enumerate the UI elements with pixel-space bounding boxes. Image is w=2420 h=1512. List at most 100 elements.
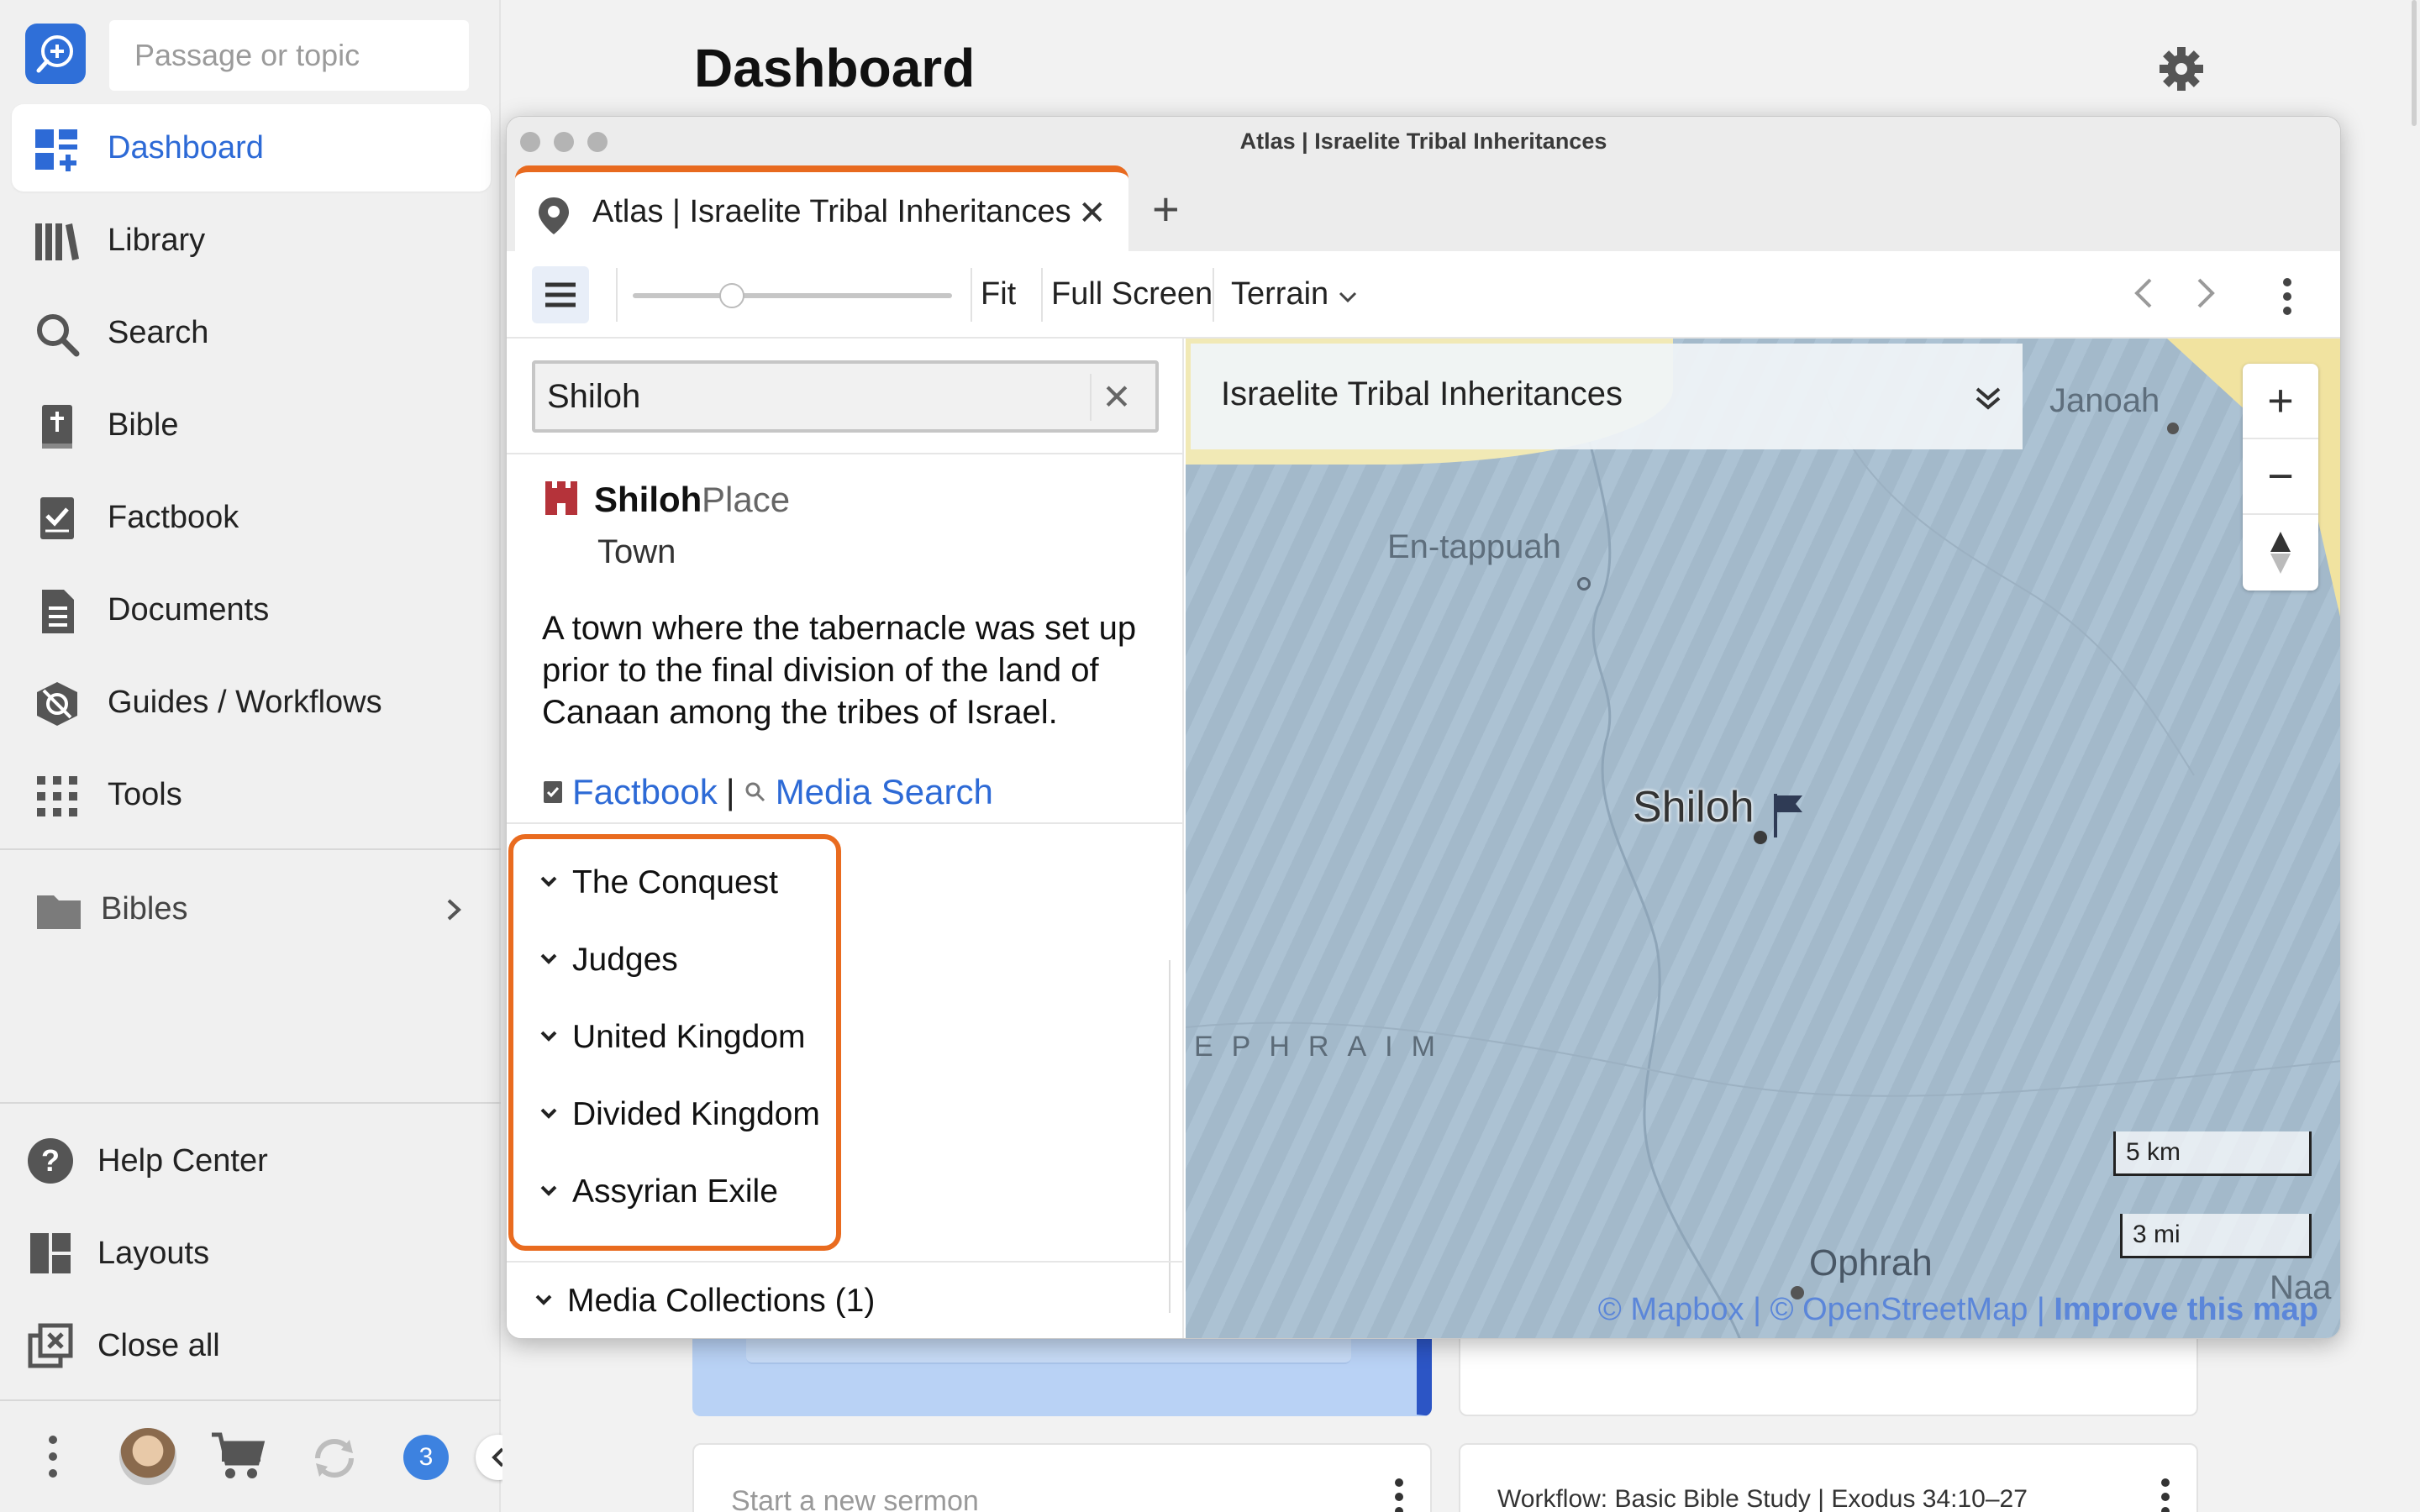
zoom-in-button[interactable]: +	[2243, 364, 2318, 439]
media-collections-label: Media Collections (1)	[567, 1283, 876, 1319]
en-tappuah-marker[interactable]	[1577, 577, 1591, 591]
chevron-down-icon	[540, 1185, 557, 1196]
panel-menu-button[interactable]	[532, 266, 589, 323]
workflow-card[interactable]: Workflow: Basic Bible Study | Exodus 34:…	[1459, 1443, 2198, 1512]
shiloh-marker[interactable]	[1754, 831, 1767, 844]
zoom-slider[interactable]	[633, 293, 952, 298]
chevron-down-icon	[540, 953, 557, 964]
improve-map-link[interactable]: Improve this map	[2054, 1292, 2318, 1327]
toolbar-separator	[1213, 268, 1214, 322]
window-titlebar[interactable]: Atlas | Israelite Tribal Inheritances	[507, 117, 2340, 167]
terrain-dropdown[interactable]: Terrain	[1231, 276, 1358, 312]
nav-library[interactable]: Library	[12, 197, 491, 284]
section-assyrian-exile[interactable]: Assyrian Exile	[539, 1173, 778, 1210]
section-united-kingdom[interactable]: United Kingdom	[539, 1019, 806, 1056]
place-search-field[interactable]: ✕	[532, 360, 1159, 433]
attribution-separator: |	[2036, 1292, 2054, 1327]
sidebar-divider	[0, 1102, 501, 1104]
panel-separator	[507, 1261, 1184, 1263]
forward-button[interactable]	[2196, 276, 2216, 319]
page-scrollbar[interactable]	[2412, 0, 2417, 126]
sync-icon[interactable]	[308, 1431, 361, 1485]
sidebar-divider	[0, 848, 501, 850]
cart-icon[interactable]	[210, 1430, 266, 1482]
workflow-label: Workflow: Basic Bible Study | Exodus 34:…	[1497, 1485, 2028, 1512]
nav-tools[interactable]: Tools	[12, 751, 491, 838]
nav-bibles-folder[interactable]: Bibles	[12, 865, 491, 953]
full-screen-button[interactable]: Full Screen	[1051, 276, 1213, 312]
map-label-en-tappuah: En-tappuah	[1387, 528, 1561, 565]
layouts-button[interactable]: Layouts	[25, 1220, 209, 1287]
folder-icon	[37, 895, 81, 929]
notifications-badge[interactable]: 3	[403, 1435, 449, 1480]
back-button[interactable]	[2133, 276, 2154, 319]
clear-search-icon[interactable]: ✕	[1090, 374, 1137, 421]
mapbox-link[interactable]: © Mapbox	[1598, 1292, 1744, 1327]
panel-separator	[507, 453, 1184, 454]
section-divided-kingdom[interactable]: Divided Kingdom	[539, 1096, 820, 1133]
search-icon	[37, 314, 80, 357]
close-all-button[interactable]: Close all	[25, 1312, 220, 1379]
nav-documents[interactable]: Documents	[12, 566, 491, 654]
compass-button[interactable]	[2243, 515, 2318, 591]
nav-bible[interactable]: Bible	[12, 381, 491, 469]
nav-factbook[interactable]: Factbook	[12, 474, 491, 561]
janoah-marker[interactable]	[2167, 423, 2179, 434]
tab-atlas[interactable]: Atlas | Israelite Tribal Inheritances ✕	[515, 165, 1128, 251]
media-collections-section[interactable]: Media Collections (1)	[534, 1283, 875, 1320]
place-subtype: Town	[597, 533, 676, 570]
help-center-button[interactable]: ? Help Center	[25, 1127, 268, 1194]
map-label-ophrah: Ophrah	[1809, 1242, 1933, 1284]
tab-close-icon[interactable]: ✕	[1078, 194, 1107, 233]
place-search-input[interactable]	[547, 364, 1068, 429]
gear-icon[interactable]	[2158, 45, 2205, 92]
app-logo-icon[interactable]	[25, 24, 86, 84]
nav-search[interactable]: Search	[12, 289, 491, 376]
passage-search-field[interactable]	[109, 20, 469, 91]
more-menu-icon[interactable]	[2281, 278, 2293, 315]
map-canvas[interactable]: Israelite Tribal Inheritances + − Janoah…	[1186, 339, 2340, 1338]
help-center-label: Help Center	[97, 1142, 268, 1179]
card-menu-icon[interactable]	[2160, 1478, 2171, 1512]
section-label: Assyrian Exile	[572, 1173, 778, 1210]
new-sermon-card[interactable]: Start a new sermon	[692, 1443, 1432, 1512]
zoom-slider-thumb[interactable]	[718, 283, 744, 308]
atlas-window: Atlas | Israelite Tribal Inheritances At…	[506, 116, 2341, 1339]
openstreetmap-link[interactable]: © OpenStreetMap	[1770, 1292, 2028, 1327]
notification-count: 3	[418, 1443, 434, 1471]
section-judges[interactable]: Judges	[539, 942, 678, 979]
panel-separator	[507, 822, 1184, 824]
page-title: Dashboard	[694, 38, 976, 98]
map-label-ephraim: EPHRAIM	[1194, 1031, 1454, 1063]
panel-scrollbar[interactable]	[1169, 960, 1171, 1313]
factbook-link[interactable]: Factbook	[572, 772, 718, 812]
documents-icon	[42, 590, 74, 633]
card-menu-icon[interactable]	[1393, 1478, 1405, 1512]
close-all-icon	[28, 1323, 73, 1368]
user-avatar[interactable]	[119, 1428, 176, 1485]
nav-label: Factbook	[108, 499, 239, 535]
new-tab-button[interactable]: +	[1152, 186, 1180, 233]
nav-guides-workflows[interactable]: Guides / Workflows	[12, 659, 491, 746]
place-name: Shiloh	[594, 480, 702, 519]
map-layer-selector[interactable]: Israelite Tribal Inheritances	[1191, 344, 2023, 449]
factbook-icon	[40, 497, 74, 539]
bible-icon	[42, 405, 72, 449]
media-search-link[interactable]: Media Search	[776, 772, 993, 812]
section-label: Divided Kingdom	[572, 1096, 820, 1132]
link-separator: |	[725, 772, 735, 811]
terrain-label: Terrain	[1231, 276, 1329, 312]
layouts-icon	[30, 1233, 71, 1273]
hamburger-icon	[545, 282, 576, 307]
toolbar-separator	[1041, 268, 1043, 322]
chevron-right-icon	[2197, 278, 2215, 308]
zoom-out-button[interactable]: −	[2243, 439, 2318, 515]
place-links: Factbook | Media Search	[542, 772, 993, 812]
passage-search-input[interactable]	[109, 20, 469, 91]
section-the-conquest[interactable]: The Conquest	[539, 864, 778, 901]
nav-dashboard[interactable]: Dashboard	[12, 104, 491, 192]
more-options-icon[interactable]	[47, 1435, 59, 1478]
chevron-down-icon	[540, 876, 557, 887]
fit-button[interactable]: Fit	[981, 276, 1016, 312]
place-panel: ✕ Shiloh Place Town A town where the tab…	[507, 339, 1184, 1338]
